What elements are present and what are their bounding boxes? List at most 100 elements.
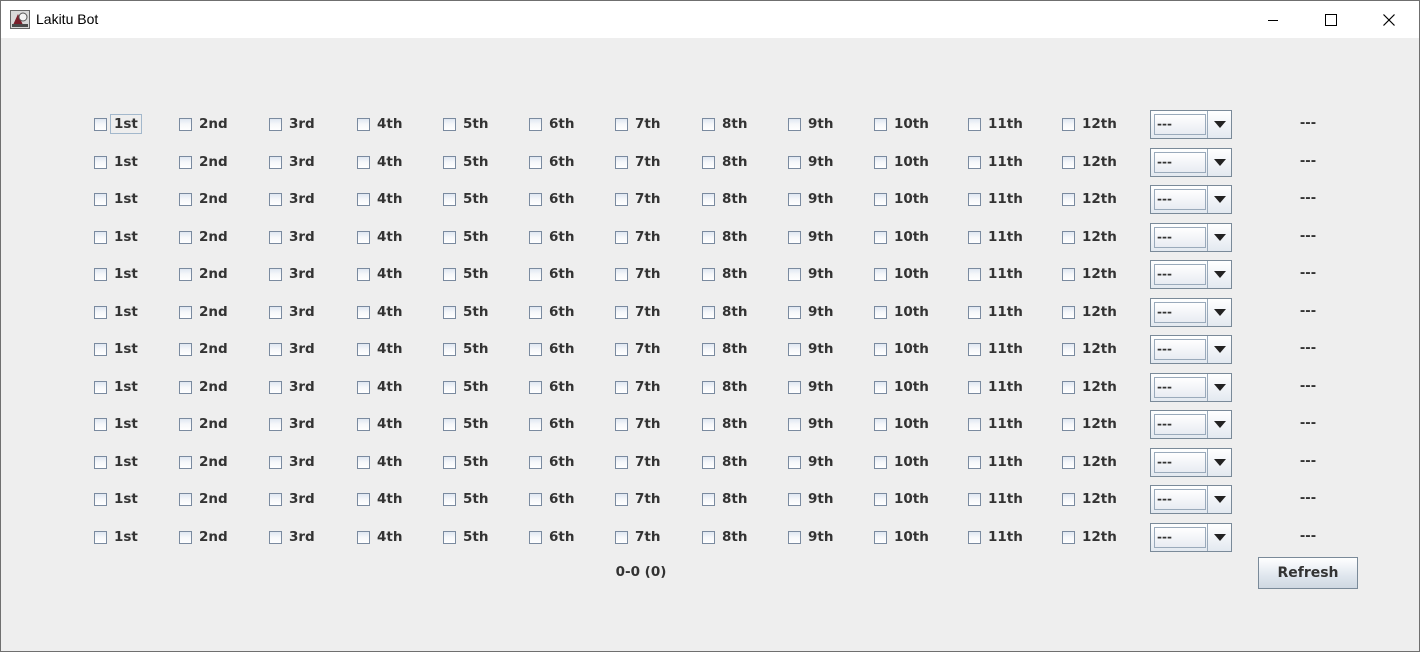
checkbox-box[interactable] [94,267,107,281]
checkbox-box[interactable] [443,267,456,281]
checkbox-option[interactable]: 3rd [269,488,315,510]
checkbox-option[interactable]: 9th [788,301,833,323]
checkbox-box[interactable] [615,455,628,469]
checkbox-box[interactable] [615,417,628,431]
checkbox-box[interactable] [615,380,628,394]
checkbox-option[interactable]: 3rd [269,113,315,135]
checkbox-box[interactable] [443,117,456,131]
checkbox-option[interactable]: 4th [357,113,402,135]
checkbox-box[interactable] [968,417,981,431]
checkbox-box[interactable] [702,267,715,281]
checkbox-box[interactable] [874,230,887,244]
checkbox-option[interactable]: 6th [529,451,574,473]
checkbox-option[interactable]: 3rd [269,338,315,360]
checkbox-box[interactable] [269,455,282,469]
checkbox-option[interactable]: 4th [357,413,402,435]
checkbox-option[interactable]: 9th [788,226,833,248]
checkbox-box[interactable] [94,492,107,506]
checkbox-option[interactable]: 11th [968,226,1023,248]
checkbox-box[interactable] [788,417,801,431]
checkbox-box[interactable] [615,305,628,319]
checkbox-box[interactable] [1062,455,1075,469]
checkbox-option[interactable]: 9th [788,526,833,548]
checkbox-box[interactable] [968,530,981,544]
checkbox-box[interactable] [1062,155,1075,169]
checkbox-option[interactable]: 8th [702,376,747,398]
checkbox-box[interactable] [357,530,370,544]
checkbox-box[interactable] [443,230,456,244]
checkbox-option[interactable]: 10th [874,188,929,210]
checkbox-option[interactable]: 5th [443,151,488,173]
checkbox-box[interactable] [94,380,107,394]
checkbox-box[interactable] [788,230,801,244]
checkbox-box[interactable] [788,117,801,131]
checkbox-option[interactable]: 9th [788,188,833,210]
dropdown-arrow-button[interactable] [1207,186,1231,213]
checkbox-box[interactable] [1062,492,1075,506]
checkbox-option[interactable]: 7th [615,526,660,548]
checkbox-box[interactable] [529,342,542,356]
checkbox-box[interactable] [874,267,887,281]
checkbox-box[interactable] [788,380,801,394]
checkbox-box[interactable] [874,342,887,356]
checkbox-box[interactable] [874,192,887,206]
checkbox-option[interactable]: 12th [1062,413,1117,435]
checkbox-option[interactable]: 8th [702,338,747,360]
checkbox-option[interactable]: 2nd [179,188,228,210]
checkbox-box[interactable] [357,492,370,506]
checkbox-box[interactable] [968,155,981,169]
selection-combobox[interactable]: --- [1150,373,1232,402]
checkbox-option[interactable]: 1st [94,413,138,435]
checkbox-option[interactable]: 10th [874,151,929,173]
checkbox-box[interactable] [615,117,628,131]
checkbox-box[interactable] [874,305,887,319]
checkbox-option[interactable]: 10th [874,338,929,360]
dropdown-arrow-button[interactable] [1207,149,1231,176]
checkbox-box[interactable] [702,305,715,319]
checkbox-box[interactable] [788,492,801,506]
checkbox-box[interactable] [968,380,981,394]
checkbox-option[interactable]: 9th [788,451,833,473]
checkbox-box[interactable] [788,342,801,356]
selection-combobox[interactable]: --- [1150,448,1232,477]
checkbox-box[interactable] [357,342,370,356]
checkbox-box[interactable] [529,305,542,319]
checkbox-option[interactable]: 12th [1062,451,1117,473]
checkbox-box[interactable] [269,117,282,131]
checkbox-box[interactable] [615,155,628,169]
checkbox-option[interactable]: 11th [968,188,1023,210]
checkbox-option[interactable]: 7th [615,488,660,510]
checkbox-box[interactable] [529,192,542,206]
checkbox-box[interactable] [1062,380,1075,394]
checkbox-box[interactable] [968,192,981,206]
checkbox-box[interactable] [443,530,456,544]
checkbox-option[interactable]: 1st [94,451,138,473]
maximize-button[interactable] [1302,1,1360,38]
title-bar[interactable]: Lakitu Bot [1,1,1419,38]
checkbox-option[interactable]: 9th [788,151,833,173]
checkbox-box[interactable] [269,342,282,356]
checkbox-box[interactable] [357,380,370,394]
checkbox-option[interactable]: 5th [443,413,488,435]
checkbox-option[interactable]: 8th [702,188,747,210]
checkbox-option[interactable]: 8th [702,226,747,248]
selection-combobox[interactable]: --- [1150,148,1232,177]
checkbox-box[interactable] [874,117,887,131]
checkbox-box[interactable] [529,155,542,169]
checkbox-option[interactable]: 8th [702,451,747,473]
checkbox-option[interactable]: 7th [615,151,660,173]
checkbox-option[interactable]: 6th [529,301,574,323]
checkbox-box[interactable] [529,267,542,281]
checkbox-option[interactable]: 6th [529,151,574,173]
checkbox-box[interactable] [179,305,192,319]
checkbox-option[interactable]: 1st [94,263,138,285]
checkbox-box[interactable] [443,305,456,319]
checkbox-box[interactable] [1062,267,1075,281]
checkbox-option[interactable]: 2nd [179,226,228,248]
checkbox-box[interactable] [179,492,192,506]
checkbox-box[interactable] [357,417,370,431]
checkbox-box[interactable] [1062,117,1075,131]
checkbox-box[interactable] [94,530,107,544]
checkbox-box[interactable] [1062,342,1075,356]
checkbox-option[interactable]: 10th [874,226,929,248]
